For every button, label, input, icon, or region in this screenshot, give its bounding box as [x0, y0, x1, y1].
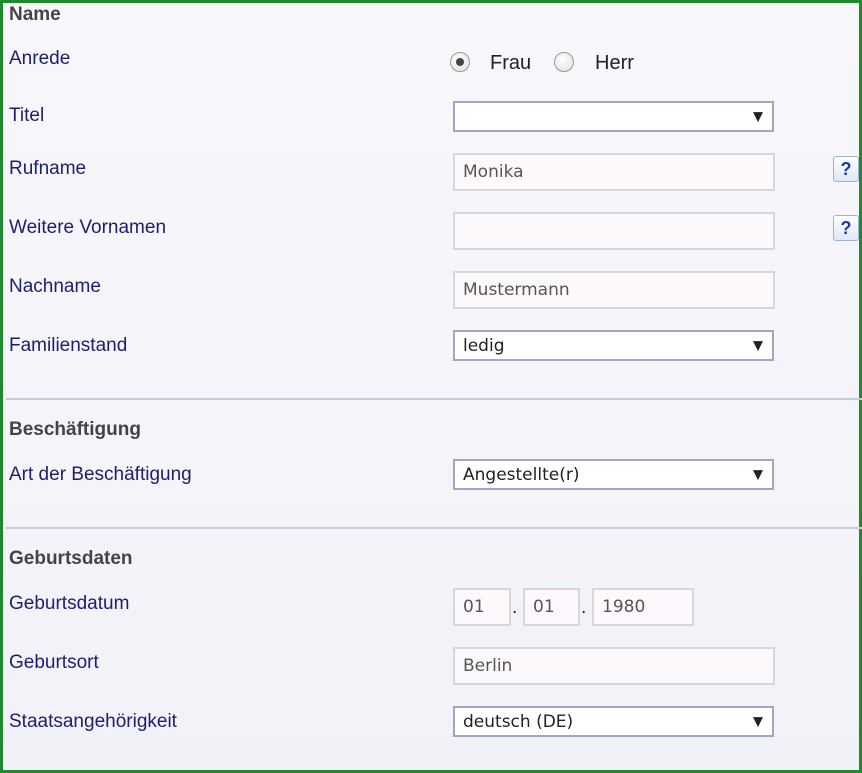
section-title-birth: Geburtsdaten — [9, 548, 133, 569]
titel-select[interactable]: ▼ — [453, 101, 774, 132]
date-separator: . — [512, 597, 518, 618]
geburtsdatum-year-input[interactable]: 1980 — [592, 588, 694, 626]
label-titel: Titel — [9, 105, 45, 126]
label-geburtsort: Geburtsort — [9, 652, 99, 673]
rufname-value: Monika — [463, 162, 524, 182]
familienstand-value: ledig — [463, 335, 505, 356]
chevron-down-icon: ▼ — [753, 714, 763, 729]
art-beschaeftigung-select[interactable]: Angestellte(r) ▼ — [453, 459, 774, 490]
label-anrede: Anrede — [9, 48, 71, 69]
radio-herr[interactable] — [554, 52, 574, 72]
staatsangehoerigkeit-select[interactable]: deutsch (DE) ▼ — [453, 706, 774, 737]
help-weitere-vornamen-icon[interactable]: ? — [833, 215, 859, 241]
date-separator: . — [581, 597, 587, 618]
label-rufname: Rufname — [9, 158, 87, 179]
chevron-down-icon: ▼ — [753, 109, 763, 124]
label-familienstand: Familienstand — [9, 335, 128, 356]
form-frame: Name Anrede Frau Herr Titel ▼ Rufname Mo… — [0, 0, 862, 773]
rufname-input[interactable]: Monika — [453, 153, 775, 191]
geburtsort-value: Berlin — [463, 656, 513, 676]
weitere-vornamen-input[interactable] — [453, 212, 775, 250]
section-divider — [6, 398, 862, 400]
chevron-down-icon: ▼ — [753, 467, 763, 482]
chevron-down-icon: ▼ — [753, 338, 763, 353]
geburtsdatum-month-input[interactable]: 01 — [523, 588, 580, 626]
geburtsort-input[interactable]: Berlin — [453, 647, 775, 685]
label-weitere-vornamen: Weitere Vornamen — [9, 217, 167, 238]
label-geburtsdatum: Geburtsdatum — [9, 593, 130, 614]
section-divider — [6, 527, 862, 529]
label-art-beschaeftigung: Art der Beschäftigung — [9, 464, 192, 485]
radio-frau[interactable] — [450, 52, 470, 72]
geburtsdatum-month-value: 01 — [533, 597, 555, 617]
section-title-name: Name — [9, 4, 61, 25]
radio-frau-label[interactable]: Frau — [490, 52, 531, 75]
geburtsdatum-day-value: 01 — [463, 597, 485, 617]
section-title-employment: Beschäftigung — [9, 419, 141, 440]
help-rufname-icon[interactable]: ? — [833, 156, 859, 182]
radio-herr-label[interactable]: Herr — [595, 52, 634, 75]
label-nachname: Nachname — [9, 276, 101, 297]
geburtsdatum-day-input[interactable]: 01 — [453, 588, 511, 626]
familienstand-select[interactable]: ledig ▼ — [453, 330, 774, 361]
geburtsdatum-year-value: 1980 — [602, 597, 646, 617]
nachname-value: Mustermann — [463, 280, 570, 300]
staatsangehoerigkeit-value: deutsch (DE) — [463, 711, 574, 732]
nachname-input[interactable]: Mustermann — [453, 271, 775, 309]
art-beschaeftigung-value: Angestellte(r) — [463, 464, 580, 485]
label-staatsangehoerigkeit: Staatsangehörigkeit — [9, 711, 177, 732]
